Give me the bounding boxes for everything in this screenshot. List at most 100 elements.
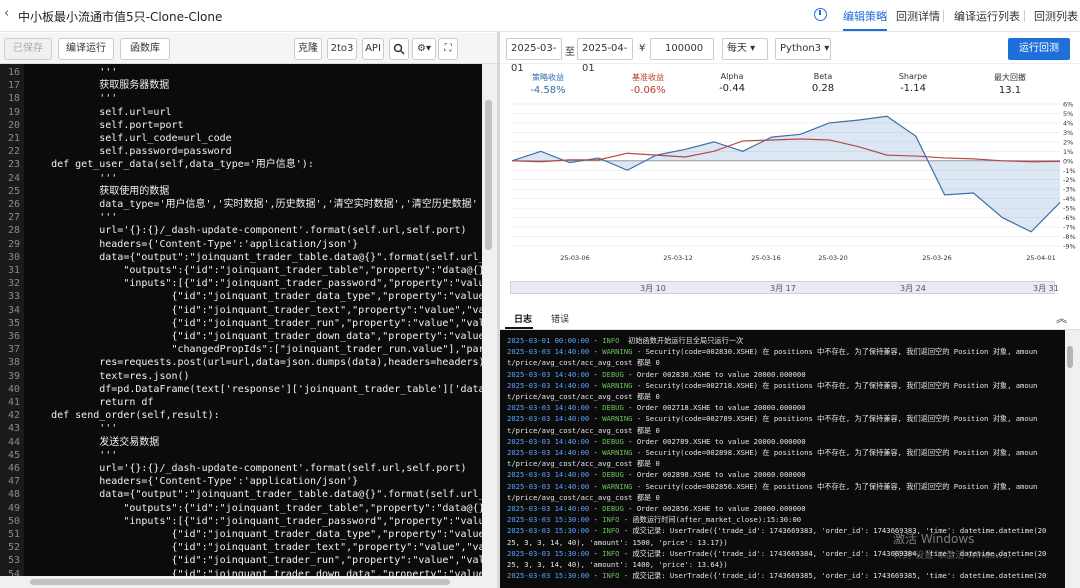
code-text[interactable]: "inputs":[{"id":"joinquant_trader_passwo… xyxy=(27,277,482,290)
code-line[interactable]: 29 headers={'Content-Type':'application/… xyxy=(0,238,482,251)
code-line[interactable]: 49 "outputs":{"id":"joinquant_trader_tab… xyxy=(0,502,482,515)
code-text[interactable]: headers={'Content-Type':'application/jso… xyxy=(27,238,358,251)
code-line[interactable]: 42 def send_order(self,result): xyxy=(0,409,482,422)
code-text[interactable]: {"id":"joinquant_trader_text","property"… xyxy=(27,541,482,554)
code-text[interactable]: self.port=port xyxy=(27,119,183,132)
code-text[interactable]: self.url_code=url_code xyxy=(27,132,231,145)
clone-button[interactable]: 克隆 xyxy=(294,38,322,60)
code-text[interactable]: ''' xyxy=(27,66,117,79)
code-text[interactable]: {"id":"joinquant_trader_run","property":… xyxy=(27,554,482,567)
code-line[interactable]: 18 ''' xyxy=(0,92,482,105)
code-line[interactable]: 28 url='{}:{}/_dash-update-component'.fo… xyxy=(0,224,482,237)
code-editor[interactable]: 16 ''' 17 获取服务器数据 18 ''' 19 self.url=url 20 … xyxy=(0,64,482,576)
code-line[interactable]: 48 data={"output":"joinquant_trader_tabl… xyxy=(0,488,482,501)
code-text[interactable]: url='{}:{}/_dash-update-component'.forma… xyxy=(27,224,466,237)
code-line[interactable]: 39 text=res.json() xyxy=(0,370,482,383)
gear-icon[interactable]: ⚙▾ xyxy=(412,38,436,60)
tab-backtest-list[interactable]: 回测列表 xyxy=(1034,8,1078,24)
code-text[interactable]: self.password=password xyxy=(27,145,231,158)
code-line[interactable]: 24 ''' xyxy=(0,172,482,185)
capital-input[interactable]: 100000 xyxy=(650,38,714,60)
code-line[interactable]: 27 ''' xyxy=(0,211,482,224)
code-line[interactable]: 46 url='{}:{}/_dash-update-component'.fo… xyxy=(0,462,482,475)
code-line[interactable]: 30 data={"output":"joinquant_trader_tabl… xyxy=(0,251,482,264)
log-scroll-thumb[interactable] xyxy=(1067,346,1073,368)
code-line[interactable]: 21 self.url_code=url_code xyxy=(0,132,482,145)
start-date-input[interactable]: 2025-03-01 xyxy=(506,38,562,74)
tab-backtest-detail[interactable]: 回测详情 xyxy=(896,8,940,24)
code-text[interactable]: return df xyxy=(27,396,153,409)
code-text[interactable]: {"id":"joinquant_trader_data_type","prop… xyxy=(27,528,482,541)
fullscreen-icon[interactable]: ⛶ xyxy=(438,38,458,60)
code-text[interactable]: "outputs":{"id":"joinquant_trader_table"… xyxy=(27,264,482,277)
code-text[interactable]: text=res.json() xyxy=(27,370,189,383)
code-text[interactable]: {"id":"joinquant_trader_run","property":… xyxy=(27,317,482,330)
code-text[interactable]: 获取服务器数据 xyxy=(27,79,169,92)
code-text[interactable]: ''' xyxy=(27,211,117,224)
code-line[interactable]: 51 {"id":"joinquant_trader_data_type","p… xyxy=(0,528,482,541)
code-text[interactable]: def get_user_data(self,data_type='用户信息')… xyxy=(27,158,314,171)
code-line[interactable]: 31 "outputs":{"id":"joinquant_trader_tab… xyxy=(0,264,482,277)
code-line[interactable]: 50 "inputs":[{"id":"joinquant_trader_pas… xyxy=(0,515,482,528)
code-line[interactable]: 54 {"id":"joinquant_trader_down_data","p… xyxy=(0,568,482,576)
code-text[interactable]: data={"output":"joinquant_trader_table.d… xyxy=(27,488,482,501)
code-line[interactable]: 23 def get_user_data(self,data_type='用户信… xyxy=(0,158,482,171)
back-chevron-icon[interactable]: ‹ xyxy=(4,6,9,21)
code-text[interactable]: self.url=url xyxy=(27,106,171,119)
code-line[interactable]: 36 {"id":"joinquant_trader_down_data","p… xyxy=(0,330,482,343)
code-line[interactable]: 52 {"id":"joinquant_trader_text","proper… xyxy=(0,541,482,554)
code-text[interactable]: 发送交易数据 xyxy=(27,436,159,449)
api-button[interactable]: API xyxy=(362,38,384,60)
code-text[interactable]: {"id":"joinquant_trader_down_data","prop… xyxy=(27,330,482,343)
code-text[interactable]: "changedPropIds":["joinquant_trader_run.… xyxy=(27,343,482,356)
code-line[interactable]: 40 df=pd.DataFrame(text['response']['joi… xyxy=(0,383,482,396)
code-line[interactable]: 33 {"id":"joinquant_trader_data_type","p… xyxy=(0,290,482,303)
code-text[interactable]: ''' xyxy=(27,172,117,185)
code-text[interactable]: ''' xyxy=(27,92,117,105)
code-line[interactable]: 44 发送交易数据 xyxy=(0,436,482,449)
code-text[interactable]: {"id":"joinquant_trader_data_type","prop… xyxy=(27,290,482,303)
code-text[interactable]: "inputs":[{"id":"joinquant_trader_passwo… xyxy=(27,515,482,528)
code-text[interactable]: df=pd.DataFrame(text['response']['joinqu… xyxy=(27,383,482,396)
code-text[interactable]: url='{}:{}/_dash-update-component'.forma… xyxy=(27,462,466,475)
tab-compile-list[interactable]: 编译运行列表 xyxy=(954,8,1020,24)
python-version-select[interactable]: Python3 ▾ xyxy=(775,38,831,60)
code-line[interactable]: 37 "changedPropIds":["joinquant_trader_r… xyxy=(0,343,482,356)
code-text[interactable]: ''' xyxy=(27,449,117,462)
code-line[interactable]: 43 ''' xyxy=(0,422,482,435)
code-line[interactable]: 16 ''' xyxy=(0,66,482,79)
code-text[interactable]: data_type='用户信息','实时数据',历史数据','清空实时数据','… xyxy=(27,198,477,211)
compile-run-button[interactable]: 编译运行 xyxy=(58,38,114,60)
tab-error[interactable]: 错误 xyxy=(551,312,569,325)
code-text[interactable]: def send_order(self,result): xyxy=(27,409,220,422)
code-line[interactable]: 47 headers={'Content-Type':'application/… xyxy=(0,475,482,488)
code-text[interactable]: {"id":"joinquant_trader_down_data","prop… xyxy=(27,568,482,576)
editor-scroll-thumb[interactable] xyxy=(485,100,492,250)
2to3-button[interactable]: 2to3 xyxy=(327,38,357,60)
code-line[interactable]: 35 {"id":"joinquant_trader_run","propert… xyxy=(0,317,482,330)
tab-log[interactable]: 日志 xyxy=(514,312,532,325)
run-backtest-button[interactable]: 运行回测 xyxy=(1008,38,1070,60)
code-line[interactable]: 17 获取服务器数据 xyxy=(0,79,482,92)
tab-edit-strategy[interactable]: 编辑策略 xyxy=(843,8,887,31)
code-line[interactable]: 19 self.url=url xyxy=(0,106,482,119)
code-line[interactable]: 20 self.port=port xyxy=(0,119,482,132)
collapse-chevron-icon[interactable]: ︽ xyxy=(1056,310,1067,326)
code-line[interactable]: 45 ''' xyxy=(0,449,482,462)
code-text[interactable]: "outputs":{"id":"joinquant_trader_table"… xyxy=(27,502,482,515)
function-library-button[interactable]: 函数库 xyxy=(120,38,170,60)
code-line[interactable]: 25 获取使用的数据 xyxy=(0,185,482,198)
timer-icon[interactable] xyxy=(814,8,827,21)
code-text[interactable]: 获取使用的数据 xyxy=(27,185,169,198)
code-text[interactable]: ''' xyxy=(27,422,117,435)
code-line[interactable]: 34 {"id":"joinquant_trader_text","proper… xyxy=(0,304,482,317)
search-icon[interactable] xyxy=(389,38,409,60)
end-date-input[interactable]: 2025-04-01 xyxy=(577,38,633,74)
code-text[interactable]: data={"output":"joinquant_trader_table.d… xyxy=(27,251,482,264)
code-line[interactable]: 38 res=requests.post(url=url,data=json.d… xyxy=(0,356,482,369)
frequency-select[interactable]: 每天 ▾ xyxy=(722,38,768,60)
save-button[interactable]: 已保存 xyxy=(4,38,52,60)
code-text[interactable]: headers={'Content-Type':'application/jso… xyxy=(27,475,358,488)
code-line[interactable]: 53 {"id":"joinquant_trader_run","propert… xyxy=(0,554,482,567)
code-text[interactable]: res=requests.post(url=url,data=json.dump… xyxy=(27,356,482,369)
